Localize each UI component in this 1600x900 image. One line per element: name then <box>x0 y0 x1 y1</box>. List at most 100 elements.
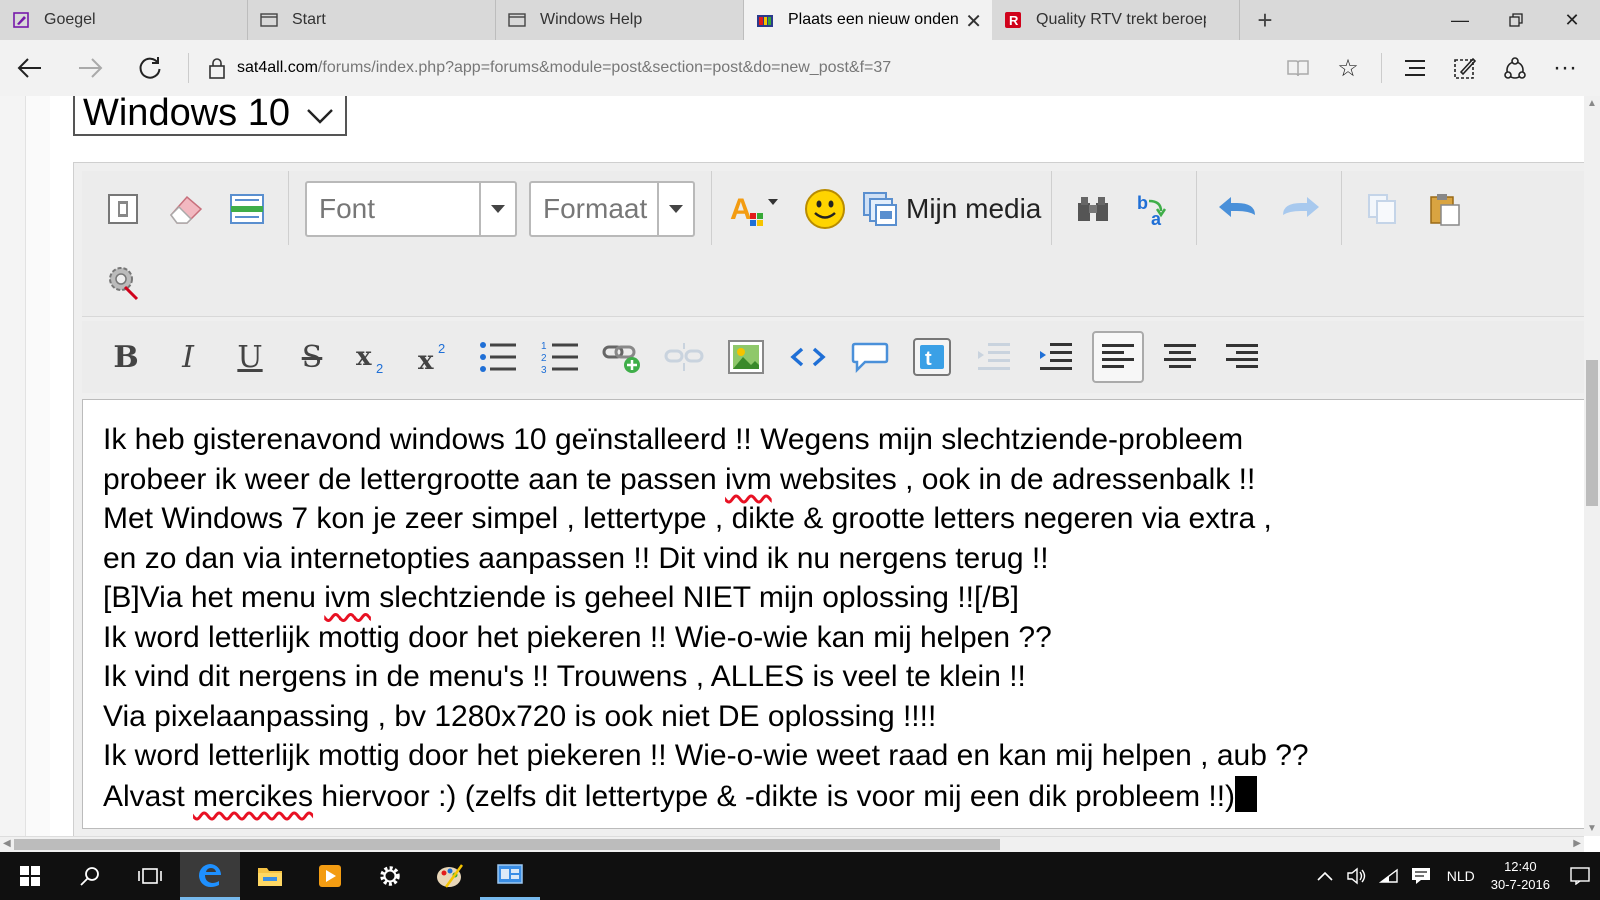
align-center-icon <box>1164 344 1196 368</box>
tab-bar: Goegel Start Windows Help Plaats een nie… <box>0 0 1600 40</box>
misspelled-word[interactable]: ivm <box>324 581 371 614</box>
font-dropdown[interactable]: Font <box>305 180 517 237</box>
taskbar-control-panel[interactable] <box>480 852 540 900</box>
text-color-button[interactable]: A <box>727 183 789 235</box>
system-clock[interactable]: 12:40 30-7-2016 <box>1491 858 1550 894</box>
redo-button[interactable] <box>1274 183 1326 235</box>
align-left-button[interactable] <box>1092 331 1144 383</box>
my-media-button[interactable]: Mijn media <box>862 191 1041 227</box>
clock-date: 30-7-2016 <box>1490 877 1550 892</box>
numbered-list-button[interactable]: 123 <box>534 331 586 383</box>
image-icon <box>728 340 764 374</box>
web-note-icon[interactable] <box>1440 40 1490 96</box>
undo-button[interactable] <box>1212 183 1264 235</box>
minimize-icon[interactable]: — <box>1432 0 1488 40</box>
share-icon[interactable] <box>1490 40 1540 96</box>
indent-button[interactable] <box>1030 331 1082 383</box>
input-language[interactable]: NLD <box>1447 868 1475 884</box>
taskbar-edge[interactable] <box>180 852 240 900</box>
misspelled-word[interactable]: ivm <box>725 463 772 496</box>
taskbar-paint[interactable] <box>420 852 480 900</box>
task-view-button[interactable] <box>120 852 180 900</box>
search-button[interactable] <box>60 852 120 900</box>
spellcheck-button[interactable] <box>97 255 149 307</box>
lock-icon[interactable] <box>197 57 237 79</box>
back-button[interactable] <box>0 40 60 96</box>
refresh-button[interactable] <box>120 40 180 96</box>
favorite-star-icon[interactable]: ☆ <box>1323 40 1373 96</box>
strikethrough-icon: S <box>301 339 323 375</box>
chevron-up-icon[interactable] <box>1309 871 1341 881</box>
source-button[interactable] <box>97 183 149 235</box>
format-dropdown[interactable]: Formaat <box>529 180 695 237</box>
text-line: Alvast mercikes hiervoor :) (zelfs dit l… <box>103 775 1573 817</box>
taskbar-media-player[interactable] <box>300 852 360 900</box>
action-center-icon[interactable] <box>1560 867 1600 885</box>
control-panel-icon <box>497 863 523 884</box>
insert-image-button[interactable] <box>720 331 772 383</box>
wifi-icon[interactable] <box>1373 868 1405 884</box>
svg-text:2: 2 <box>376 361 383 375</box>
bullet-list-button[interactable] <box>472 331 524 383</box>
address-field[interactable]: sat4all.com/forums/index.php?app=forums&… <box>237 59 1273 77</box>
copy-button[interactable] <box>1357 183 1409 235</box>
restore-icon[interactable] <box>1488 0 1544 40</box>
tab-new-post[interactable]: Plaats een nieuw onden ✕ <box>744 0 992 40</box>
toolbar-group <box>1197 171 1343 246</box>
strikethrough-button[interactable]: S <box>286 331 338 383</box>
superscript-button[interactable]: x2 <box>410 331 462 383</box>
svg-text:b: b <box>1137 193 1148 213</box>
emoticon-button[interactable] <box>799 183 851 235</box>
post-body-textarea[interactable]: Ik heb gisterenavond windows 10 geïnstal… <box>82 399 1594 829</box>
italic-button[interactable]: I <box>162 331 214 383</box>
toolbar-group: Font Formaat <box>289 171 712 246</box>
tab-start[interactable]: Start <box>248 0 496 40</box>
outdent-button[interactable] <box>968 331 1020 383</box>
remove-format-button[interactable] <box>159 183 211 235</box>
find-button[interactable] <box>1067 183 1119 235</box>
replace-button[interactable]: ba <box>1129 183 1181 235</box>
media-icon <box>863 191 897 226</box>
hub-icon[interactable] <box>1390 40 1440 96</box>
scroll-up-icon[interactable]: ▲ <box>1587 98 1597 109</box>
rich-text-editor: Font Formaat A Mijn media b a B I U S x … <box>73 162 1594 836</box>
subscript-button[interactable]: x2 <box>348 331 400 383</box>
page-break-button[interactable] <box>221 183 273 235</box>
taskbar-settings[interactable] <box>360 852 420 900</box>
bold-button[interactable]: B <box>100 331 152 383</box>
quote-button[interactable] <box>844 331 896 383</box>
forward-button[interactable] <box>60 40 120 96</box>
reading-view-icon[interactable] <box>1273 40 1323 96</box>
align-right-button[interactable] <box>1216 331 1268 383</box>
close-tab-icon[interactable]: ✕ <box>965 9 982 34</box>
volume-icon[interactable] <box>1341 867 1373 885</box>
category-select[interactable]: Windows 10 <box>73 96 347 136</box>
code-button[interactable] <box>782 331 834 383</box>
underline-button[interactable]: U <box>224 331 276 383</box>
new-tab-button[interactable]: + <box>1240 0 1290 40</box>
insert-link-button[interactable] <box>596 331 648 383</box>
taskbar-file-explorer[interactable] <box>240 852 300 900</box>
tab-quality-rtv[interactable]: R Quality RTV trekt beroep teç <box>992 0 1240 40</box>
paste-button[interactable] <box>1419 183 1471 235</box>
svg-text:x: x <box>356 342 372 372</box>
align-center-button[interactable] <box>1154 331 1206 383</box>
close-window-icon[interactable]: ✕ <box>1544 0 1600 40</box>
scroll-left-icon[interactable]: ◀ <box>3 838 11 849</box>
vertical-scrollbar[interactable]: ▲ ▼ <box>1584 96 1600 836</box>
more-icon[interactable]: ··· <box>1540 40 1590 96</box>
tab-goegel[interactable]: Goegel <box>0 0 248 40</box>
scroll-thumb[interactable] <box>1586 360 1598 506</box>
tab-windows-help[interactable]: Windows Help <box>496 0 744 40</box>
misspelled-word[interactable]: mercikes <box>193 780 313 813</box>
horizontal-scrollbar[interactable]: ◀ ▶ <box>0 836 1584 852</box>
unlink-button[interactable] <box>658 331 710 383</box>
scroll-right-icon[interactable]: ▶ <box>1573 838 1581 849</box>
align-left-icon <box>1102 344 1134 368</box>
message-icon[interactable] <box>1405 867 1437 885</box>
twitter-button[interactable]: t <box>906 331 958 383</box>
scroll-thumb[interactable] <box>14 839 1000 850</box>
toolbar-group: A Mijn media <box>712 171 1053 246</box>
start-button[interactable] <box>0 852 60 900</box>
scroll-down-icon[interactable]: ▼ <box>1587 823 1597 834</box>
